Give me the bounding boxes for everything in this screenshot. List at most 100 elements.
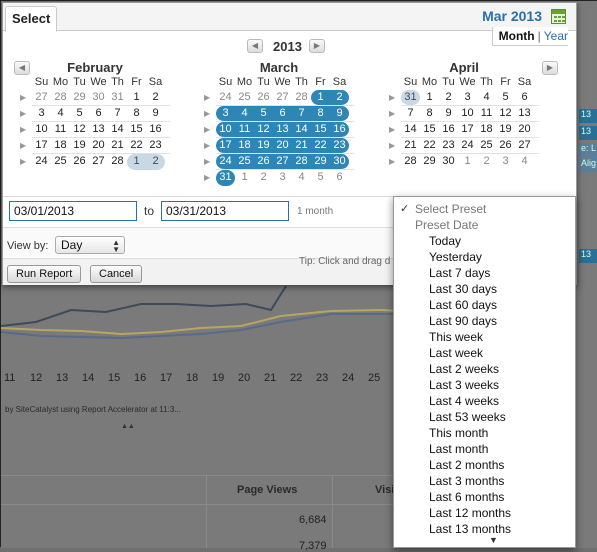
calendar-day[interactable]: 25 [51, 154, 70, 170]
preset-option[interactable]: Last 2 weeks [394, 361, 575, 377]
calendar-day[interactable]: 5 [70, 106, 89, 121]
calendar-day[interactable]: 6 [273, 106, 292, 121]
calendar-day[interactable]: 21 [401, 138, 420, 153]
calendar-day[interactable]: 5 [496, 90, 515, 105]
run-report-button[interactable]: Run Report [7, 265, 82, 283]
preset-option[interactable]: Last 13 months [394, 521, 575, 537]
column-header-page-views[interactable]: Page Views [237, 484, 297, 496]
calendar-day[interactable]: 22 [420, 138, 439, 153]
calendar-day[interactable]: 26 [496, 138, 515, 153]
calendar-day[interactable]: 25 [477, 138, 496, 153]
calendar-day[interactable]: 7 [108, 106, 127, 121]
select-week-icon[interactable]: ▶ [20, 157, 26, 166]
select-week-icon[interactable]: ▶ [204, 157, 210, 166]
calendar-day[interactable]: 1 [235, 170, 254, 186]
calendar-day[interactable]: 7 [401, 106, 420, 121]
calendar-day[interactable]: 2 [477, 154, 496, 170]
calendar-day[interactable]: 18 [51, 138, 70, 153]
week-row[interactable]: ▶ 10 11 12 13 14 15 16 [20, 122, 170, 138]
calendar-day[interactable]: 3 [32, 106, 51, 121]
calendar-day[interactable]: 31 [108, 90, 127, 105]
calendar-day[interactable]: 17 [216, 138, 235, 153]
calendar-day[interactable]: 29 [420, 154, 439, 170]
select-week-icon[interactable]: ▶ [389, 109, 395, 118]
preset-option[interactable]: Yesterday [394, 249, 575, 265]
week-row[interactable]: ▶ 17 18 19 20 21 22 23 [20, 138, 170, 154]
preset-option[interactable]: Last 53 weeks [394, 409, 575, 425]
calendar-day[interactable]: 6 [330, 170, 349, 186]
calendar-day[interactable]: 19 [496, 122, 515, 137]
week-row[interactable]: ▶ 28 29 30 1 2 3 4 [389, 154, 539, 170]
week-row[interactable]: ▶ 17 18 19 20 21 22 23 [204, 138, 354, 154]
calendar-day[interactable]: 3 [273, 170, 292, 186]
calendar-day[interactable]: 27 [32, 90, 51, 105]
calendar-day[interactable]: 16 [439, 122, 458, 137]
select-week-icon[interactable]: ▶ [204, 109, 210, 118]
calendar-day[interactable]: 26 [254, 90, 273, 105]
preset-option[interactable]: Last 4 weeks [394, 393, 575, 409]
calendar-day[interactable]: 4 [51, 106, 70, 121]
preset-dropdown-menu[interactable]: ✓ Select Preset Preset Date ▼ Today Yeste… [393, 196, 576, 548]
week-row[interactable]: ▶ 24 25 26 27 28 1 2 [204, 90, 354, 106]
select-week-icon[interactable]: ▶ [389, 125, 395, 134]
select-week-icon[interactable]: ▶ [389, 93, 395, 102]
week-row[interactable]: ▶ 24 25 26 27 28 1 2 [20, 154, 170, 170]
calendar-day[interactable]: 2 [146, 154, 165, 170]
week-row[interactable]: ▶ 3 4 5 6 7 8 9 [204, 106, 354, 122]
calendar-day[interactable]: 7 [292, 106, 311, 121]
calendar-day[interactable]: 2 [146, 90, 165, 105]
calendar-day[interactable]: 27 [273, 90, 292, 105]
calendar-day[interactable]: 17 [458, 122, 477, 137]
view-by-select[interactable]: Day ▲ ▼ [55, 236, 125, 254]
calendar-day[interactable]: 16 [330, 122, 349, 137]
calendar-day[interactable]: 18 [477, 122, 496, 137]
select-week-icon[interactable]: ▶ [20, 141, 26, 150]
calendar-day[interactable]: 14 [292, 122, 311, 137]
calendar-day[interactable]: 31 [401, 90, 420, 105]
calendar-day[interactable]: 1 [127, 154, 146, 170]
calendar-day[interactable]: 8 [127, 106, 146, 121]
prev-year-button[interactable]: ◀ [247, 39, 263, 53]
calendar-day[interactable]: 23 [146, 138, 165, 153]
calendar-day[interactable]: 23 [439, 138, 458, 153]
calendar-day[interactable]: 5 [254, 106, 273, 121]
calendar-day[interactable]: 15 [311, 122, 330, 137]
calendar-day[interactable]: 8 [311, 106, 330, 121]
calendar-day[interactable]: 12 [70, 122, 89, 137]
calendar-day[interactable]: 21 [292, 138, 311, 153]
calendar-day[interactable]: 24 [216, 90, 235, 105]
preset-option[interactable]: Last 12 months [394, 505, 575, 521]
calendar-day[interactable]: 9 [330, 106, 349, 121]
calendar-day[interactable]: 25 [235, 90, 254, 105]
calendar-day[interactable]: 28 [401, 154, 420, 170]
preset-option[interactable]: Last 30 days [394, 281, 575, 297]
week-row[interactable]: ▶ 31 1 2 3 4 5 6 [389, 90, 539, 106]
calendar-day[interactable]: 28 [108, 154, 127, 170]
calendar-day[interactable]: 9 [146, 106, 165, 121]
calendar-day[interactable]: 12 [496, 106, 515, 121]
week-row[interactable]: ▶ 7 8 9 10 11 12 13 [389, 106, 539, 122]
calendar-day[interactable]: 1 [458, 154, 477, 170]
cancel-button[interactable]: Cancel [90, 265, 143, 283]
calendar-day[interactable]: 24 [216, 154, 235, 169]
calendar-day[interactable]: 4 [292, 170, 311, 186]
calendar-day[interactable]: 5 [311, 170, 330, 186]
calendar-day[interactable]: 3 [458, 90, 477, 105]
calendar-day[interactable]: 14 [401, 122, 420, 137]
calendar-day[interactable]: 26 [70, 154, 89, 170]
calendar-day[interactable]: 20 [273, 138, 292, 153]
calendar-day[interactable]: 1 [420, 90, 439, 105]
calendar-day[interactable]: 2 [254, 170, 273, 186]
calendar-day[interactable]: 26 [254, 154, 273, 169]
calendar-day[interactable]: 1 [127, 90, 146, 105]
view-year-option[interactable]: Year [544, 29, 568, 43]
calendar-day[interactable]: 27 [515, 138, 534, 153]
calendar-day[interactable]: 10 [32, 122, 51, 137]
calendar-day[interactable]: 2 [439, 90, 458, 105]
select-week-icon[interactable]: ▶ [204, 125, 210, 134]
week-row[interactable]: ▶ 21 22 23 24 25 26 27 [389, 138, 539, 154]
week-row[interactable]: ▶ 10 11 12 13 14 15 16 [204, 122, 354, 138]
calendar-day[interactable]: 16 [146, 122, 165, 137]
preset-option[interactable]: This month [394, 425, 575, 441]
calendar-day[interactable]: 4 [515, 154, 534, 170]
